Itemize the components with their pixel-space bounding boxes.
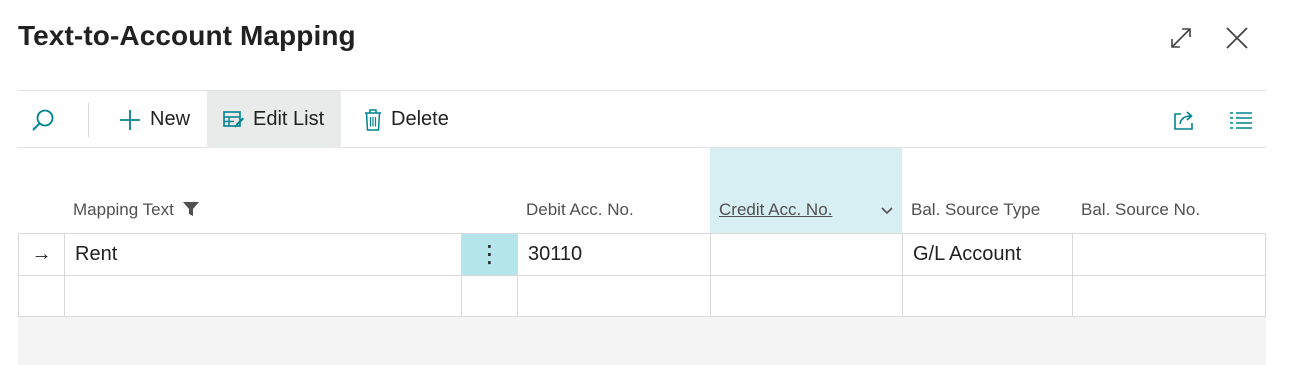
column-label: Credit Acc. No.: [719, 200, 833, 219]
grid-footer-area: [18, 317, 1266, 365]
column-label: Bal. Source No.: [1081, 200, 1201, 219]
column-label: Mapping Text: [73, 200, 174, 219]
mapping-grid: Mapping Text Debit Acc. No. Credit Acc. …: [18, 148, 1266, 317]
bal-source-type-cell[interactable]: [902, 275, 1072, 317]
row-menu-button[interactable]: ⋮: [461, 233, 517, 275]
table-row[interactable]: [18, 275, 1266, 317]
debit-acc-no-cell[interactable]: [517, 275, 710, 317]
grid-header: Mapping Text Debit Acc. No. Credit Acc. …: [18, 148, 1266, 233]
plus-icon: [118, 108, 142, 132]
search-icon: [30, 107, 56, 133]
row-indicator: →: [18, 233, 64, 275]
close-icon[interactable]: [1221, 22, 1253, 54]
mapping-text-cell[interactable]: [64, 275, 461, 317]
credit-acc-no-cell[interactable]: [710, 275, 902, 317]
edit-list-label: Edit List: [253, 108, 325, 130]
debit-acc-no-cell[interactable]: 30110: [517, 233, 710, 275]
column-label: Bal. Source Type: [911, 200, 1041, 219]
bal-source-type-cell[interactable]: G/L Account: [902, 233, 1072, 275]
column-label: Debit Acc. No.: [526, 200, 634, 219]
chevron-down-icon[interactable]: [880, 201, 894, 221]
mapping-text-cell[interactable]: Rent: [64, 233, 461, 275]
credit-acc-no-cell[interactable]: [710, 233, 902, 275]
edit-list-button[interactable]: Edit List: [207, 91, 341, 148]
row-menu-cell[interactable]: [461, 275, 517, 317]
list-view-button[interactable]: [1224, 91, 1258, 148]
bal-source-no-cell[interactable]: [1072, 275, 1266, 317]
table-row[interactable]: → Rent ⋮ 30110 G/L Account: [18, 233, 1266, 275]
action-toolbar: New Edit List Delete: [18, 90, 1266, 148]
page-title: Text-to-Account Mapping: [18, 20, 356, 51]
new-button[interactable]: New: [114, 91, 200, 148]
delete-button[interactable]: Delete: [355, 91, 457, 148]
trash-icon: [363, 108, 383, 132]
expand-icon[interactable]: [1165, 22, 1197, 54]
row-indicator: [18, 275, 64, 317]
column-header-bal-source-no[interactable]: Bal. Source No.: [1072, 148, 1266, 233]
share-button[interactable]: [1168, 91, 1202, 148]
share-icon: [1172, 108, 1198, 132]
toolbar-separator: [88, 103, 89, 137]
search-button[interactable]: [28, 91, 66, 148]
list-view-icon: [1229, 110, 1253, 130]
delete-label: Delete: [391, 108, 449, 130]
bal-source-no-cell[interactable]: [1072, 233, 1266, 275]
column-header-mapping-text[interactable]: Mapping Text: [64, 148, 461, 233]
edit-list-icon: [223, 109, 245, 131]
new-label: New: [150, 108, 191, 130]
column-header-debit-acc-no[interactable]: Debit Acc. No.: [517, 148, 710, 233]
window-actions: [1165, 22, 1253, 54]
column-header-credit-acc-no[interactable]: Credit Acc. No.: [710, 148, 902, 233]
filter-icon: [182, 201, 199, 221]
column-header-bal-source-type[interactable]: Bal. Source Type: [902, 148, 1072, 233]
